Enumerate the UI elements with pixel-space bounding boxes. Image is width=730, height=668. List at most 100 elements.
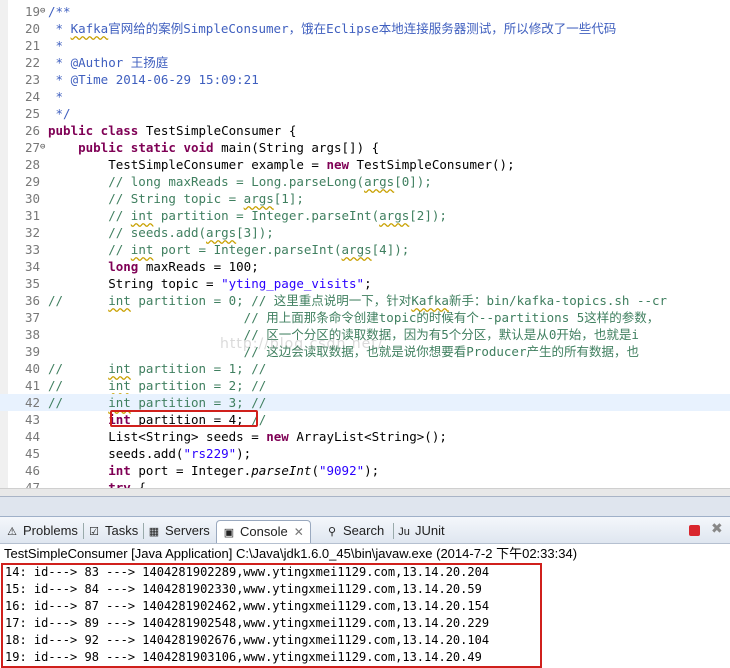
tab-junit[interactable]: Ju JUnit (396, 520, 444, 542)
code-token: Eclipse (326, 21, 379, 36)
editor-horizontal-scrollbar[interactable] (0, 488, 730, 496)
code-token: main(String args[]) { (213, 140, 380, 155)
code-line: 29 // long maxReads = Long.parseLong(arg… (0, 173, 730, 190)
line-number: 28 (24, 157, 40, 172)
code-token: ，饿在 (288, 21, 327, 36)
terminate-icon[interactable] (689, 525, 700, 536)
code-token: TestSimpleConsumer { (138, 123, 297, 138)
code-token: * (48, 21, 71, 36)
line-number: 40 (24, 361, 40, 376)
code-line: 46 int port = Integer.parseInt("9092"); (0, 462, 730, 479)
code-token: // (48, 293, 109, 308)
line-number: 39 (24, 344, 40, 359)
line-number: 29 (24, 174, 40, 189)
code-line: 28 TestSimpleConsumer example = new Test… (0, 156, 730, 173)
code-text: * (48, 37, 64, 54)
code-text: * @Author 王扬庭 (48, 54, 169, 71)
code-token: * (48, 89, 64, 104)
code-token: new (266, 429, 289, 444)
code-token: SimpleConsumer (183, 21, 289, 36)
code-text: long maxReads = 100; (48, 258, 259, 275)
code-token: ; (364, 276, 372, 291)
fold-icon[interactable]: ⊖ (40, 3, 48, 20)
code-editor[interactable]: 19 ⊖/** 20 * Kafka官网给的案例SimpleConsumer，饿在E… (0, 0, 730, 496)
view-splitter[interactable] (0, 496, 730, 517)
code-token: args (206, 225, 237, 240)
code-text: // int partition = 1; // (48, 360, 266, 377)
code-token: partition = 0; // (130, 293, 274, 308)
code-line: 20 * Kafka官网给的案例SimpleConsumer，饿在Eclipse… (0, 20, 730, 37)
code-line: 31 // int partition = Integer.parseInt(a… (0, 207, 730, 224)
tab-label: Servers (165, 523, 210, 538)
close-icon[interactable]: ✕ (294, 521, 304, 543)
line-number: 30 (24, 191, 40, 206)
code-token: * (48, 38, 64, 53)
code-text: TestSimpleConsumer example = new TestSim… (48, 156, 515, 173)
line-number: 31 (24, 208, 40, 223)
code-text: List<String> seeds = new ArrayList<Strin… (48, 428, 447, 445)
code-text: // int partition = 0; // 这里重点说明一下，针对Kafk… (48, 292, 667, 309)
code-token: "yting_page_visits" (221, 276, 365, 291)
line-number: 22 (24, 55, 40, 70)
code-token: // (48, 378, 109, 393)
code-text: // int partition = 2; // (48, 377, 266, 394)
code-token: seeds.add( (48, 446, 184, 461)
line-number: 44 (24, 429, 40, 444)
line-number: 36 (24, 293, 40, 308)
code-text: // String topic = args[1]; (48, 190, 304, 207)
code-text: // int port = Integer.parseInt(args[4]); (48, 241, 409, 258)
code-token: maxReads = 100; (138, 259, 259, 274)
code-line: 41 // int partition = 2; // (0, 377, 730, 394)
code-line: 37 // 用上面那条命令创建topic的时候有个--partitions 5这… (0, 309, 730, 326)
code-token: partition = 1; // (130, 361, 267, 376)
code-line: 25 */ (0, 105, 730, 122)
code-token: * @Time 2014-06-29 15:09:21 (48, 72, 259, 87)
code-token: int (108, 378, 131, 393)
code-token: new (326, 157, 350, 172)
code-token: args (341, 242, 372, 257)
tab-label: Problems (23, 523, 78, 538)
problems-icon: ⚠ (7, 526, 17, 538)
code-text: // int partition = Integer.parseInt(args… (48, 207, 447, 224)
code-token: "9092" (318, 463, 365, 478)
code-line: 33 // int port = Integer.parseInt(args[4… (0, 241, 730, 258)
tab-tasks[interactable]: ☑ Tasks (86, 520, 138, 542)
code-line: 35 String topic = "yting_page_visits"; (0, 275, 730, 292)
code-token: args (379, 208, 410, 223)
code-token: port = Integer.parseInt( (153, 242, 342, 257)
tab-console[interactable]: ▣ Console ✕ (216, 520, 311, 543)
tab-separator (393, 523, 394, 539)
code-token: partition = Integer.parseInt( (153, 208, 380, 223)
tab-servers[interactable]: ▦ Servers (146, 520, 210, 542)
code-token: 5 (441, 327, 449, 342)
line-number: 32 (24, 225, 40, 240)
code-text: // 用上面那条命令创建topic的时候有个--partitions 5这样的参… (48, 309, 660, 326)
tab-search[interactable]: ⚲ Search (324, 520, 384, 542)
console-output-line: 18: id---> 92 ---> 1404281902676,www.yti… (5, 633, 490, 647)
code-line: 21 * (0, 37, 730, 54)
code-line: 36 // int partition = 0; // 这里重点说明一下，针对Ka… (0, 292, 730, 309)
code-line: 40 // int partition = 1; // (0, 360, 730, 377)
line-number: 24 (24, 89, 40, 104)
code-text: public static void main(String args[]) { (48, 139, 379, 156)
tab-problems[interactable]: ⚠ Problems (4, 520, 78, 542)
console-output[interactable]: 14: id---> 83 ---> 1404281902289,www.yti… (0, 563, 730, 668)
line-number: 37 (24, 310, 40, 325)
code-token: TestSimpleConsumer example = (48, 157, 327, 172)
code-token: TestSimpleConsumer(); (349, 157, 515, 172)
code-token: 王扬庭 (130, 55, 169, 70)
console-icon: ▣ (223, 527, 235, 539)
console-output-line: 16: id---> 87 ---> 1404281902462,www.yti… (5, 599, 490, 613)
code-token: Kafka (70, 21, 109, 36)
remove-launch-icon[interactable]: ✖ (711, 521, 723, 537)
line-number: 23 (24, 72, 40, 87)
code-token: i (631, 327, 639, 342)
code-line: 30 // String topic = args[1]; (0, 190, 730, 207)
code-line: 19 ⊖/** (0, 3, 730, 20)
fold-icon[interactable]: ⊖ (40, 139, 48, 156)
highlight-box-partition (110, 410, 258, 427)
line-number: 42 (24, 395, 40, 410)
code-token: */ (48, 106, 71, 121)
